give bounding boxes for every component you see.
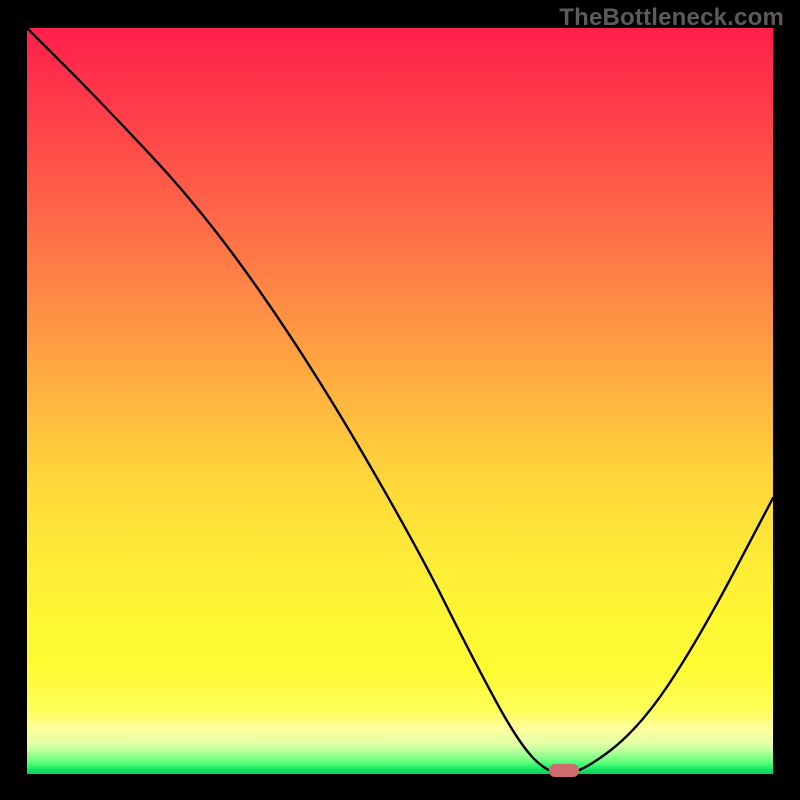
chart-frame: TheBottleneck.com (0, 0, 800, 800)
curve-layer (0, 0, 800, 800)
optimal-marker (549, 764, 579, 777)
bottleneck-curve (27, 28, 773, 774)
watermark-text: TheBottleneck.com (559, 4, 784, 32)
